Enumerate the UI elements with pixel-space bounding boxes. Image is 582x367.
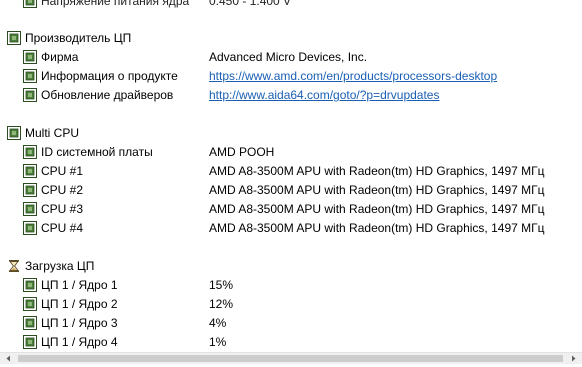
chip-icon xyxy=(7,31,21,45)
firm-label: Фирма xyxy=(41,50,79,64)
cpu1-row[interactable]: CPU #1 AMD A8-3500M APU with Radeon(tm) … xyxy=(0,162,582,181)
driver-update-label: Обновление драйверов xyxy=(41,88,174,102)
multicpu-header-label: Multi CPU xyxy=(25,126,80,140)
core4-value: 1% xyxy=(209,335,227,349)
cpu2-row[interactable]: CPU #2 AMD A8-3500M APU with Radeon(tm) … xyxy=(0,181,582,200)
core1-row[interactable]: ЦП 1 / Ядро 1 15% xyxy=(0,276,582,295)
chip-icon xyxy=(23,297,37,311)
product-info-label: Информация о продукте xyxy=(41,69,178,83)
voltage-row[interactable]: Напряжение питания ядра 0.450 - 1.400 V xyxy=(0,0,582,11)
cpu3-value: AMD A8-3500M APU with Radeon(tm) HD Grap… xyxy=(209,202,545,216)
manufacturer-header[interactable]: Производитель ЦП xyxy=(0,29,582,48)
hourglass-icon xyxy=(7,259,21,273)
cpu4-label: CPU #4 xyxy=(41,221,84,235)
scroll-thumb[interactable] xyxy=(18,355,563,362)
cpu2-value: AMD A8-3500M APU with Radeon(tm) HD Grap… xyxy=(209,183,545,197)
board-id-label: ID системной платы xyxy=(41,145,153,159)
chip-icon xyxy=(23,183,37,197)
voltage-label: Напряжение питания ядра xyxy=(41,0,190,8)
driver-update-link[interactable]: http://www.aida64.com/goto/?p=drvupdates xyxy=(209,88,439,103)
chip-icon xyxy=(23,50,37,64)
chip-icon xyxy=(23,88,37,102)
firm-value: Advanced Micro Devices, Inc. xyxy=(209,50,368,64)
board-id-value: AMD POOH xyxy=(209,145,275,159)
cpu4-row[interactable]: CPU #4 AMD A8-3500M APU with Radeon(tm) … xyxy=(0,219,582,238)
core2-row[interactable]: ЦП 1 / Ядро 2 12% xyxy=(0,295,582,314)
core2-value: 12% xyxy=(209,297,234,311)
firm-row[interactable]: Фирма Advanced Micro Devices, Inc. xyxy=(0,48,582,67)
cpu4-value: AMD A8-3500M APU with Radeon(tm) HD Grap… xyxy=(209,221,545,235)
core1-value: 15% xyxy=(209,278,234,292)
load-header[interactable]: Загрузка ЦП xyxy=(0,257,582,276)
chip-icon xyxy=(23,69,37,83)
chip-icon xyxy=(23,316,37,330)
cpu3-label: CPU #3 xyxy=(41,202,84,216)
product-info-link[interactable]: https://www.amd.com/en/products/processo… xyxy=(209,69,497,84)
core2-label: ЦП 1 / Ядро 2 xyxy=(41,297,118,311)
scroll-left-icon[interactable] xyxy=(3,353,14,364)
multicpu-header[interactable]: Multi CPU xyxy=(0,124,582,143)
core3-label: ЦП 1 / Ядро 3 xyxy=(41,316,118,330)
cpu3-row[interactable]: CPU #3 AMD A8-3500M APU with Radeon(tm) … xyxy=(0,200,582,219)
core4-row[interactable]: ЦП 1 / Ядро 4 1% xyxy=(0,333,582,352)
board-id-row[interactable]: ID системной платы AMD POOH xyxy=(0,143,582,162)
horizontal-scrollbar[interactable] xyxy=(0,352,582,364)
chip-icon xyxy=(23,335,37,349)
chip-icon xyxy=(23,221,37,235)
core3-row[interactable]: ЦП 1 / Ядро 3 4% xyxy=(0,314,582,333)
chip-icon xyxy=(23,164,37,178)
voltage-value: 0.450 - 1.400 V xyxy=(209,0,292,8)
chip-icon xyxy=(23,145,37,159)
chip-icon xyxy=(23,202,37,216)
core4-label: ЦП 1 / Ядро 4 xyxy=(41,335,118,349)
driver-update-row[interactable]: Обновление драйверов http://www.aida64.c… xyxy=(0,86,582,105)
manufacturer-header-label: Производитель ЦП xyxy=(25,31,132,45)
load-header-label: Загрузка ЦП xyxy=(25,259,95,273)
chip-icon xyxy=(23,278,37,292)
chip-icon xyxy=(23,0,37,8)
core3-value: 4% xyxy=(209,316,227,330)
core1-label: ЦП 1 / Ядро 1 xyxy=(41,278,118,292)
cpu1-value: AMD A8-3500M APU with Radeon(tm) HD Grap… xyxy=(209,164,545,178)
chip-icon xyxy=(7,126,21,140)
product-info-row[interactable]: Информация о продукте https://www.amd.co… xyxy=(0,67,582,86)
scroll-right-icon[interactable] xyxy=(568,353,579,364)
cpu1-label: CPU #1 xyxy=(41,164,84,178)
cpu2-label: CPU #2 xyxy=(41,183,84,197)
